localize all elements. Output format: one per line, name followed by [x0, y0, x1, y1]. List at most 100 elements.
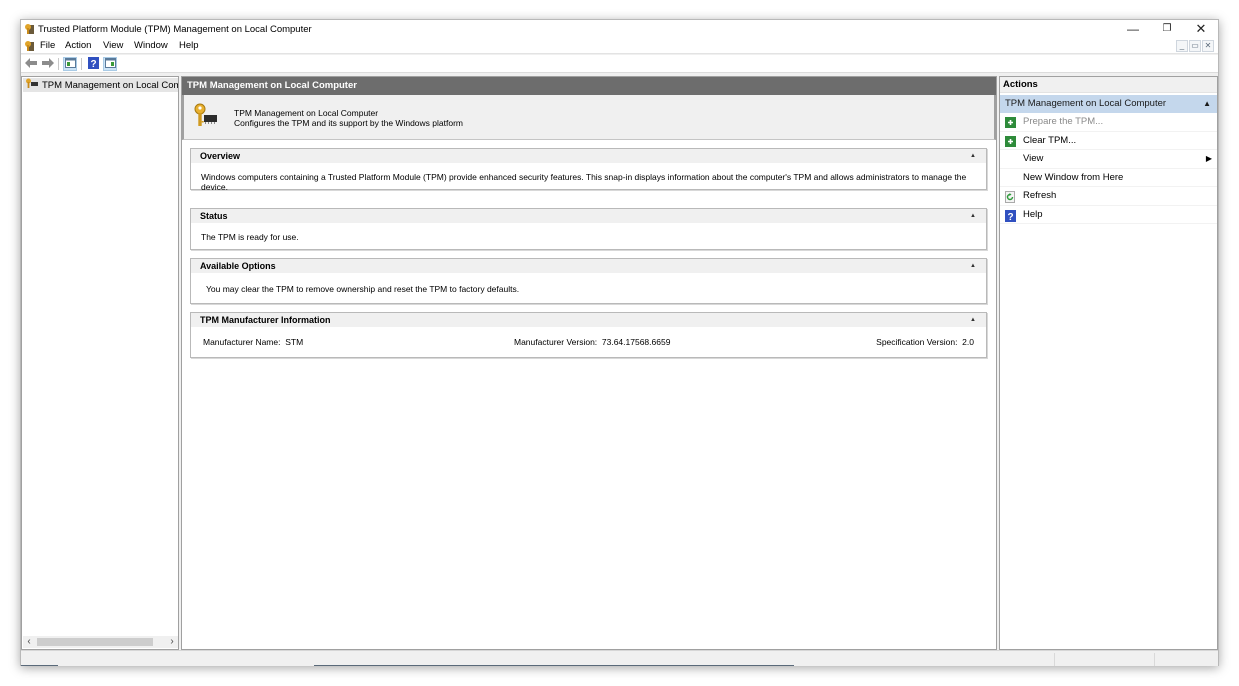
console-tree-pane: TPM Management on Local Comp ‹ ›: [21, 76, 179, 650]
intro-subtitle: Configures the TPM and its support by th…: [234, 118, 463, 128]
available-options-title: Available Options: [200, 261, 276, 271]
actions-pane: Actions TPM Management on Local Computer…: [999, 76, 1218, 650]
action-label: Prepare the TPM...: [1023, 116, 1104, 127]
green-action-icon: [1005, 135, 1016, 147]
toolbar-separator: [58, 58, 59, 70]
show-hide-console-tree-button[interactable]: [63, 57, 77, 71]
manufacturer-version-field: Manufacturer Version: 73.64.17568.6659: [514, 337, 670, 347]
status-title: Status: [200, 211, 228, 221]
intro-title: TPM Management on Local Computer: [234, 108, 379, 118]
manufacturer-name-value: STM: [285, 337, 304, 347]
svg-text:?: ?: [1007, 212, 1013, 222]
manufacturer-section: TPM Manufacturer Information ▲ Manufactu…: [190, 312, 987, 358]
manufacturer-body: Manufacturer Name: STM Manufacturer Vers…: [191, 327, 986, 357]
scroll-thumb[interactable]: [37, 638, 153, 646]
collapse-icon[interactable]: ▲: [1203, 95, 1211, 113]
tpm-key-icon: [25, 78, 39, 92]
results-pane-body: TPM Management on Local Computer Configu…: [182, 95, 996, 649]
svg-text:?: ?: [90, 59, 96, 69]
manufacturer-title: TPM Manufacturer Information: [200, 315, 331, 325]
toolbar-separator: [81, 58, 82, 70]
scroll-left-button[interactable]: ‹: [23, 636, 35, 648]
collapse-icon[interactable]: ▲: [970, 313, 976, 327]
action-label: View: [1023, 153, 1044, 164]
overview-text: Windows computers containing a Trusted P…: [201, 172, 967, 192]
menu-action[interactable]: Action: [65, 40, 91, 51]
action-prepare-tpm[interactable]: Prepare the TPM...: [1000, 113, 1217, 132]
overview-section: Overview ▲ Windows computers containing …: [190, 148, 987, 192]
specification-version-field: Specification Version: 2.0: [876, 337, 974, 347]
forward-arrow-icon: [41, 58, 54, 70]
status-bar-edge: [314, 665, 794, 666]
action-label: Clear TPM...: [1023, 134, 1077, 146]
submenu-arrow-icon: ▶: [1205, 154, 1212, 163]
specification-version-label: Specification Version:: [876, 337, 958, 347]
status-header[interactable]: Status ▲: [191, 209, 986, 223]
status-bar: [21, 650, 1218, 666]
manufacturer-version-label: Manufacturer Version:: [514, 337, 598, 347]
status-section: Status ▲ The TPM is ready for use.: [190, 208, 987, 250]
tpm-key-chip-icon: [192, 103, 218, 131]
status-bar-segment: [1054, 653, 1055, 666]
menu-help[interactable]: Help: [179, 40, 199, 51]
manufacturer-version-value: 73.64.17568.6659: [601, 337, 671, 347]
action-clear-tpm[interactable]: Clear TPM...: [1000, 132, 1217, 150]
action-pane-icon: [104, 58, 116, 70]
collapse-icon[interactable]: ▲: [970, 259, 976, 273]
help-icon: ?: [1005, 209, 1016, 223]
actions-group-header[interactable]: TPM Management on Local Computer ▲: [1000, 95, 1217, 113]
status-bar-segment: [1154, 653, 1155, 666]
action-refresh[interactable]: Refresh: [1000, 187, 1217, 206]
restore-button[interactable]: ❐: [1150, 20, 1184, 38]
manufacturer-name-label: Manufacturer Name:: [203, 337, 281, 347]
scroll-right-button[interactable]: ›: [166, 636, 178, 648]
refresh-icon: [1005, 191, 1016, 203]
collapse-icon[interactable]: ▲: [970, 149, 976, 163]
close-button[interactable]: ✕: [1184, 20, 1218, 38]
action-label: New Window from Here: [1023, 171, 1124, 183]
green-action-icon: [1005, 117, 1016, 128]
menu-bar: File Action View Window Help _ ▭ ✕: [21, 38, 1218, 54]
menu-file[interactable]: File: [40, 40, 55, 51]
mdi-restore-button[interactable]: ▭: [1189, 40, 1201, 52]
minimize-button[interactable]: —: [1116, 20, 1150, 38]
title-bar: Trusted Platform Module (TPM) Management…: [21, 20, 1218, 38]
actions-header: Actions: [1000, 77, 1217, 93]
window-title: Trusted Platform Module (TPM) Management…: [38, 24, 312, 35]
mdi-child-icon[interactable]: [24, 40, 36, 54]
tpm-app-icon: [24, 23, 36, 37]
available-options-header[interactable]: Available Options ▲: [191, 259, 986, 273]
specification-version-value: 2.0: [962, 337, 974, 347]
tree-item-label: TPM Management on Local Comp: [42, 79, 178, 91]
overview-header[interactable]: Overview ▲: [191, 149, 986, 163]
available-options-text: You may clear the TPM to remove ownershi…: [206, 284, 520, 294]
actions-group-title: TPM Management on Local Computer: [1005, 98, 1167, 109]
status-text: The TPM is ready for use.: [201, 232, 299, 242]
tree-item-tpm-management[interactable]: TPM Management on Local Comp: [23, 78, 178, 92]
action-label: Refresh: [1023, 190, 1057, 201]
collapse-icon[interactable]: ▲: [970, 209, 976, 223]
action-label: Help: [1023, 208, 1043, 220]
show-hide-action-pane-button[interactable]: [103, 57, 117, 71]
manufacturer-name-field: Manufacturer Name: STM: [203, 337, 303, 347]
back-button[interactable]: [24, 57, 38, 71]
menu-view[interactable]: View: [103, 40, 123, 51]
help-button[interactable]: ?: [86, 57, 100, 71]
mmc-window: Trusted Platform Module (TPM) Management…: [20, 19, 1219, 666]
action-help[interactable]: ? Help: [1000, 206, 1217, 224]
results-pane-header: TPM Management on Local Computer: [182, 77, 996, 95]
status-bar-edge: [21, 665, 58, 666]
overview-title: Overview: [200, 151, 241, 161]
snapin-intro: TPM Management on Local Computer Configu…: [182, 95, 996, 140]
available-options-section: Available Options ▲ You may clear the TP…: [190, 258, 987, 304]
mdi-minimize-button[interactable]: _: [1176, 40, 1188, 52]
action-new-window[interactable]: New Window from Here: [1000, 169, 1217, 187]
menu-window[interactable]: Window: [134, 40, 168, 51]
mdi-close-button[interactable]: ✕: [1202, 40, 1214, 52]
horizontal-scrollbar[interactable]: ‹ ›: [23, 636, 178, 648]
console-tree-icon: [64, 58, 76, 70]
mdi-controls: _ ▭ ✕: [1176, 40, 1214, 52]
forward-button[interactable]: [40, 57, 54, 71]
manufacturer-header[interactable]: TPM Manufacturer Information ▲: [191, 313, 986, 327]
action-view[interactable]: View ▶: [1000, 150, 1217, 169]
